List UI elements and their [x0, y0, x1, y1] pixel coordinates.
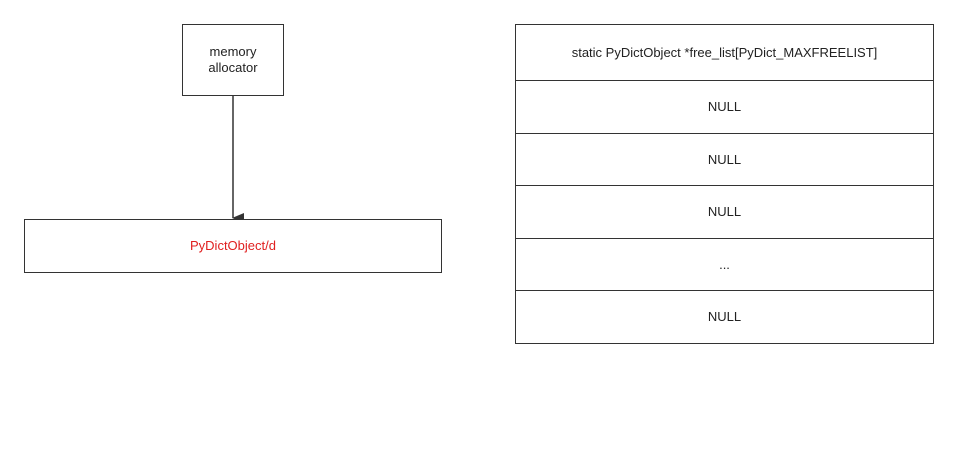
- free-list-slot-label: NULL: [707, 99, 742, 115]
- pydictobject-box: PyDictObject/d: [24, 219, 442, 273]
- free-list-slot: NULL: [516, 132, 933, 186]
- free-list-slot-label: NULL: [707, 151, 742, 167]
- free-list-slot-label: NULL: [707, 204, 742, 220]
- free-list-slot-label: NULL: [707, 309, 742, 325]
- free-list-header: static PyDictObject *free_list[PyDict_MA…: [516, 25, 933, 80]
- pydictobject-label: PyDictObject/d: [190, 238, 276, 253]
- free-list-slot: NULL: [516, 185, 933, 238]
- free-list-slot: NULL: [516, 80, 933, 133]
- free-list-table: static PyDictObject *free_list[PyDict_MA…: [515, 24, 934, 344]
- memory-allocator-box: memory allocator: [182, 24, 284, 96]
- free-list-slot-label: ...: [719, 256, 730, 272]
- free-list-slot: NULL: [516, 290, 933, 343]
- free-list-header-label: static PyDictObject *free_list[PyDict_MA…: [571, 45, 878, 60]
- memory-allocator-label: memory allocator: [208, 44, 258, 75]
- free-list-slot: ...: [516, 237, 933, 291]
